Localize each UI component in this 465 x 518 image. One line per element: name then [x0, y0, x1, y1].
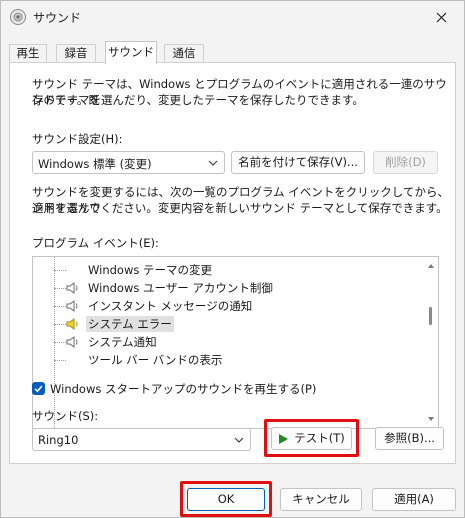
startup-sound-label[interactable]: Windows スタートアップのサウンドを再生する(P) [50, 381, 316, 397]
event-label: Windows テーマの変更 [88, 263, 212, 277]
list-item[interactable]: ツール バー バンドの表示 [33, 351, 423, 369]
tab-recording[interactable]: 録音 [56, 44, 96, 63]
cancel-button[interactable]: キャンセル [280, 488, 362, 511]
sound-scheme-label: サウンド設定(H): [32, 132, 123, 146]
program-events-list[interactable]: Windows テーマの変更 Windows ユーザー アカウント制御 インスタ… [32, 256, 439, 429]
sound-file-value: Ring10 [38, 433, 79, 447]
speaker-yellow-icon [66, 318, 78, 330]
list-item-selected[interactable]: システム エラー [33, 315, 423, 333]
sound-dialog: サウンド 再生 録音 サウンド 通信 サウンド テーマは、Windows とプロ… [0, 0, 465, 518]
checkmark-icon [34, 385, 43, 393]
tab-sounds[interactable]: サウンド [105, 41, 157, 64]
list-item[interactable]: インスタント メッセージの通知 [33, 297, 423, 315]
event-label: インスタント メッセージの通知 [88, 299, 253, 313]
scroll-thumb[interactable] [429, 307, 432, 325]
theme-description-line2: 存のテーマを選んだり、変更したテーマを保存したりできます。 [32, 93, 364, 107]
scroll-up-icon[interactable] [427, 262, 435, 270]
speaker-icon [66, 300, 78, 312]
apply-button[interactable]: 適用(A) [372, 488, 456, 511]
test-button[interactable]: テスト(T) [271, 427, 352, 450]
speaker-icon [66, 282, 78, 294]
browse-button[interactable]: 参照(B)... [375, 427, 444, 450]
test-button-label: テスト(T) [294, 431, 345, 445]
close-button[interactable] [418, 1, 464, 33]
event-label: Windows ユーザー アカウント制御 [88, 281, 273, 295]
window-title: サウンド [33, 11, 82, 25]
event-label: ツール バー バンドの表示 [88, 353, 223, 367]
sound-file-select[interactable]: Ring10 [32, 428, 251, 451]
tab-communications[interactable]: 通信 [164, 44, 204, 63]
save-as-button[interactable]: 名前を付けて保存(V)... [231, 151, 365, 174]
chevron-down-icon [208, 160, 218, 166]
tab-playback[interactable]: 再生 [9, 44, 47, 63]
sound-scheme-select[interactable]: Windows 標準 (変更) [32, 151, 225, 174]
events-help-line2: ンドを選んでください。変更内容を新しいサウンド テーマとして保存できます。 [32, 201, 448, 215]
close-icon [436, 12, 446, 22]
sound-scheme-value: Windows 標準 (変更) [38, 157, 152, 171]
ok-button[interactable]: OK [187, 488, 265, 511]
list-item[interactable]: システム通知 [33, 333, 423, 351]
event-label: システム通知 [88, 335, 157, 349]
list-scrollbar[interactable] [424, 257, 438, 428]
startup-sound-checkbox[interactable] [32, 382, 45, 395]
chevron-down-icon [234, 437, 244, 443]
list-item[interactable]: Windows テーマの変更 [33, 261, 423, 279]
program-events-label: プログラム イベント(E): [32, 236, 159, 250]
sounds-panel: サウンド テーマは、Windows とプログラムのイベントに適用される一連のサウ… [9, 62, 456, 464]
speaker-icon [66, 336, 78, 348]
event-label: システム エラー [86, 316, 174, 332]
list-item[interactable]: Windows ユーザー アカウント制御 [33, 279, 423, 297]
speaker-window-icon [10, 9, 26, 25]
title-bar: サウンド [1, 1, 464, 33]
play-icon [279, 433, 289, 444]
sound-file-label: サウンド(S): [32, 409, 99, 423]
delete-button[interactable]: 削除(D) [373, 151, 438, 174]
scroll-down-icon[interactable] [427, 415, 435, 423]
